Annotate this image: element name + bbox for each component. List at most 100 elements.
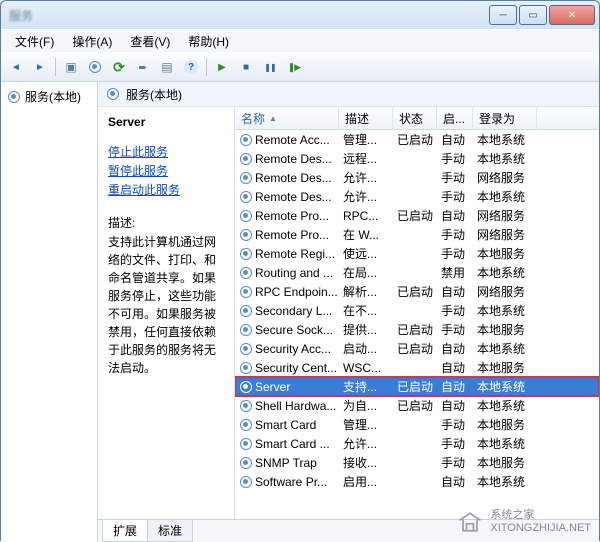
close-button[interactable]: ✕ [549, 5, 595, 25]
service-row[interactable]: Shell Hardwa...为自...已启动自动本地系统 [235, 396, 599, 415]
main-pane: 服务(本地) Server 停止此服务 暂停此服务 重启动此服务 描述: 支持此… [98, 82, 599, 542]
service-row[interactable]: Secure Sock...提供...已启动手动本地服务 [235, 320, 599, 339]
cell-startup: 手动 [437, 150, 473, 167]
service-icon [239, 323, 253, 337]
menu-file[interactable]: 文件(F) [7, 31, 62, 52]
service-icon [239, 342, 253, 356]
description-label: 描述: [108, 214, 224, 231]
cell-desc: 管理... [339, 131, 393, 148]
cell-desc: 管理... [339, 416, 393, 433]
cell-name: Smart Card [255, 418, 316, 432]
service-row[interactable]: Routing and ...在局...禁用本地系统 [235, 263, 599, 282]
maximize-button[interactable]: ▭ [519, 5, 547, 25]
columns-button[interactable] [156, 56, 178, 78]
tree-pane: 服务(本地) [1, 82, 98, 542]
cell-status: 已启动 [393, 131, 437, 148]
forward-button[interactable] [29, 56, 51, 78]
service-row[interactable]: Software Pr...启用...自动本地系统 [235, 472, 599, 491]
main-header-title: 服务(本地) [126, 86, 182, 103]
service-row[interactable]: Smart Card管理...手动本地服务 [235, 415, 599, 434]
service-row[interactable]: Remote Pro...在 W...手动网络服务 [235, 225, 599, 244]
services-list: 名称▲ 描述 状态 启... 登录为 Remote Acc...管理...已启动… [234, 107, 599, 519]
tree-root-label: 服务(本地) [25, 88, 81, 105]
cell-logon: 本地服务 [473, 245, 537, 262]
tab-extended[interactable]: 扩展 [102, 520, 148, 542]
cell-name: Remote Pro... [255, 209, 329, 223]
cell-desc: 允许... [339, 188, 393, 205]
properties-button[interactable] [84, 56, 106, 78]
service-icon [239, 380, 253, 394]
cell-startup: 自动 [437, 340, 473, 357]
cell-logon: 网络服务 [473, 283, 537, 300]
service-icon [239, 361, 253, 375]
start-service-button[interactable] [211, 56, 233, 78]
cell-name: Security Cent... [255, 361, 337, 375]
service-icon [239, 304, 253, 318]
back-button[interactable] [5, 56, 27, 78]
cell-logon: 网络服务 [473, 226, 537, 243]
toolbar-separator [206, 58, 207, 76]
col-header-status[interactable]: 状态 [393, 107, 437, 129]
service-icon [239, 456, 253, 470]
cell-desc: 远程... [339, 150, 393, 167]
cell-name: Shell Hardwa... [255, 399, 336, 413]
service-row[interactable]: Remote Regi...使远...手动本地服务 [235, 244, 599, 263]
cell-name: Remote Pro... [255, 228, 329, 242]
service-icon [239, 171, 253, 185]
details-pane: Server 停止此服务 暂停此服务 重启动此服务 描述: 支持此计算机通过网络… [98, 107, 234, 519]
body: 服务(本地) 服务(本地) Server 停止此服务 暂停此服务 重启动此服务 … [1, 82, 599, 542]
stop-service-button[interactable] [235, 56, 257, 78]
cell-name: Remote Des... [255, 171, 332, 185]
service-row[interactable]: Server支持...已启动自动本地系统 [235, 377, 599, 396]
menu-help[interactable]: 帮助(H) [180, 31, 237, 52]
toolbar-separator [55, 58, 56, 76]
service-row[interactable]: Secondary L...在不...手动本地系统 [235, 301, 599, 320]
cell-desc: WSC... [339, 361, 393, 375]
service-row[interactable]: Security Cent...WSC...自动本地服务 [235, 358, 599, 377]
restart-service-button[interactable] [283, 56, 305, 78]
cell-startup: 手动 [437, 245, 473, 262]
service-row[interactable]: Security Acc...启动...已启动自动本地系统 [235, 339, 599, 358]
col-header-logon[interactable]: 登录为 [473, 107, 537, 129]
cell-desc: 允许... [339, 435, 393, 452]
service-row[interactable]: Remote Des...远程...手动本地系统 [235, 149, 599, 168]
service-row[interactable]: RPC Endpoin...解析...已启动自动网络服务 [235, 282, 599, 301]
service-icon [239, 209, 253, 223]
cell-logon: 本地服务 [473, 359, 537, 376]
cell-status: 已启动 [393, 207, 437, 224]
menu-view[interactable]: 查看(V) [122, 31, 178, 52]
cell-status: 已启动 [393, 397, 437, 414]
gear-icon [88, 60, 102, 74]
service-row[interactable]: Remote Des...允许...手动网络服务 [235, 168, 599, 187]
view-tabs: 扩展 标准 [98, 519, 599, 542]
minimize-button[interactable]: ─ [489, 5, 517, 25]
service-icon [239, 190, 253, 204]
pause-service-button[interactable] [259, 56, 281, 78]
pause-service-link[interactable]: 暂停此服务 [108, 162, 224, 179]
show-hide-tree-button[interactable] [60, 56, 82, 78]
titlebar[interactable]: 服务 ─ ▭ ✕ [1, 1, 599, 29]
tree-root-item[interactable]: 服务(本地) [1, 86, 97, 107]
export-list-button[interactable] [132, 56, 154, 78]
cell-name: Routing and ... [255, 266, 333, 280]
service-icon [239, 475, 253, 489]
service-row[interactable]: Remote Acc...管理...已启动自动本地系统 [235, 130, 599, 149]
service-row[interactable]: Remote Des...允许...手动本地系统 [235, 187, 599, 206]
col-header-desc[interactable]: 描述 [339, 107, 393, 129]
service-row[interactable]: Smart Card ...允许...手动本地系统 [235, 434, 599, 453]
stop-service-link[interactable]: 停止此服务 [108, 143, 224, 160]
col-header-name[interactable]: 名称▲ [235, 107, 339, 129]
cell-status: 已启动 [393, 378, 437, 395]
service-row[interactable]: SNMP Trap接收...手动本地服务 [235, 453, 599, 472]
cell-name: Server [255, 380, 290, 394]
tab-standard[interactable]: 标准 [147, 520, 193, 542]
menu-action[interactable]: 操作(A) [64, 31, 120, 52]
restart-service-link[interactable]: 重启动此服务 [108, 181, 224, 198]
service-row[interactable]: Remote Pro...RPC...已启动自动网络服务 [235, 206, 599, 225]
cell-logon: 本地服务 [473, 454, 537, 471]
col-header-startup[interactable]: 启... [437, 107, 473, 129]
help-button[interactable] [180, 56, 202, 78]
services-window: 服务 ─ ▭ ✕ 文件(F) 操作(A) 查看(V) 帮助(H) 服务(本地) [0, 0, 600, 541]
refresh-button[interactable] [108, 56, 130, 78]
list-body[interactable]: Remote Acc...管理...已启动自动本地系统 Remote Des...… [235, 130, 599, 519]
